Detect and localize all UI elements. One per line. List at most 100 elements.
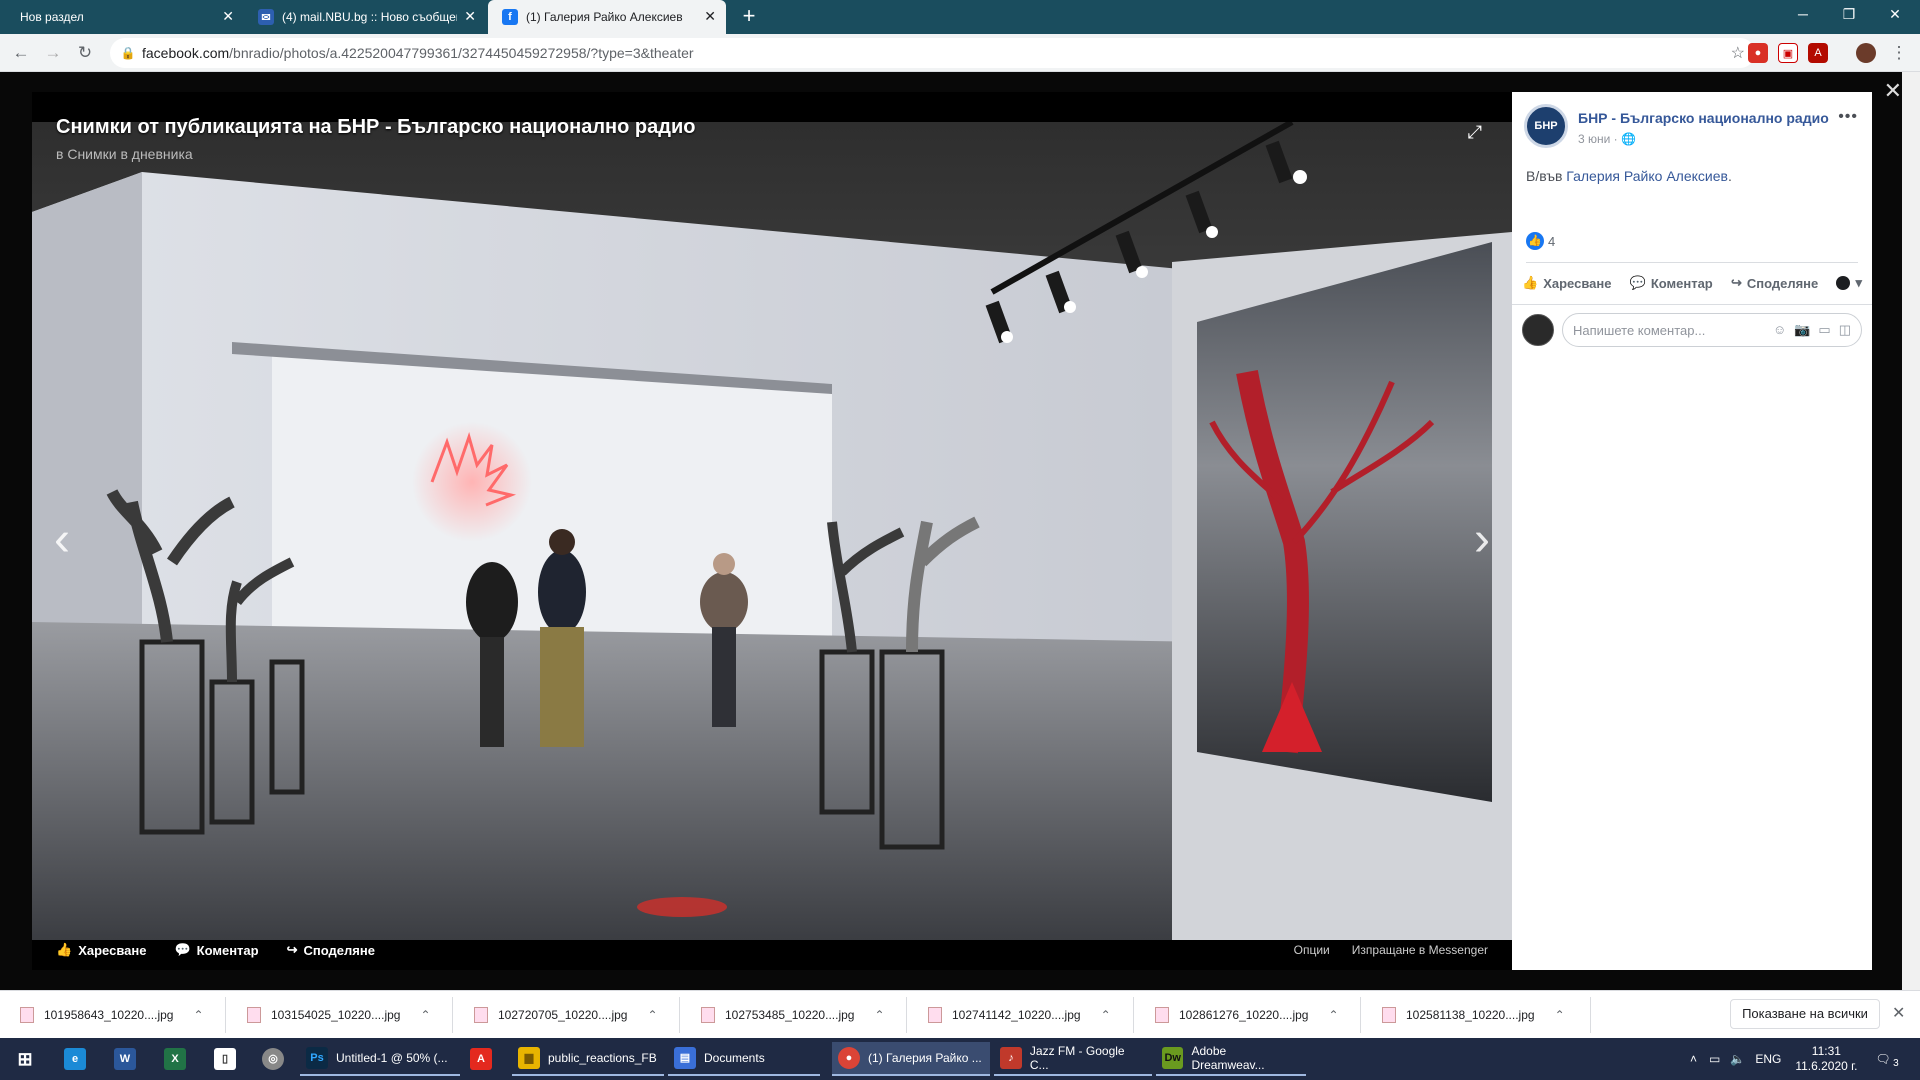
- download-item[interactable]: 101958643_10220....jpg ⌃: [20, 1001, 204, 1029]
- tab-facebook[interactable]: f (1) Галерия Райко Алексиев ✕: [488, 0, 726, 34]
- viewer-like-button[interactable]: 👍 Харесване: [56, 942, 146, 958]
- menu-dots-icon[interactable]: ⋮: [1888, 42, 1910, 64]
- thumbs-up-icon: 👍: [56, 942, 73, 957]
- back-arrow-icon[interactable]: ←: [10, 42, 32, 64]
- download-item[interactable]: 103154025_10220....jpg ⌃: [247, 1001, 431, 1029]
- fullscreen-icon[interactable]: ⤢: [1468, 122, 1482, 143]
- reload-icon[interactable]: ↻: [74, 42, 96, 64]
- restore-icon[interactable]: ❐: [1826, 0, 1872, 30]
- download-item[interactable]: 102861276_10220....jpg ⌃: [1155, 1001, 1339, 1029]
- chevron-up-icon[interactable]: ˄: [1690, 1052, 1697, 1066]
- emoji-icon[interactable]: ☺: [1773, 322, 1786, 338]
- viewer-comment-button[interactable]: 💬 Коментар: [174, 942, 258, 958]
- download-item[interactable]: 102720705_10220....jpg ⌃: [474, 1001, 658, 1029]
- user-avatar[interactable]: [1522, 314, 1554, 346]
- address-bar[interactable]: 🔒 facebook.com/bnradio/photos/a.42252004…: [110, 38, 1755, 68]
- taskbar-excel[interactable]: X: [158, 1042, 200, 1076]
- post-side-panel: БНР БНР - Българско национално радио 3 ю…: [1512, 92, 1872, 970]
- close-downloads-icon[interactable]: ✕: [1892, 1003, 1905, 1023]
- reaction-summary[interactable]: 👍 4: [1526, 232, 1555, 250]
- image-file-icon: [474, 1007, 488, 1023]
- audience-selector[interactable]: ▾: [1836, 275, 1862, 291]
- close-window-icon[interactable]: ✕: [1872, 0, 1918, 30]
- show-all-downloads-button[interactable]: Показване на всички: [1730, 999, 1880, 1029]
- gallery-photo[interactable]: [32, 122, 1512, 940]
- send-messenger-link[interactable]: Изпращане в Messenger: [1352, 943, 1488, 957]
- close-icon[interactable]: ✕: [704, 8, 716, 25]
- like-button[interactable]: 👍 Харесване: [1522, 275, 1611, 291]
- system-tray: ˄ ▭ 🔈 ENG 11:31 11.6.2020 г. 🗨 3: [1690, 1038, 1899, 1080]
- start-button[interactable]: ⊞: [8, 1042, 50, 1076]
- viewer-secondary-actions: Опции Изпращане в Messenger: [1294, 930, 1488, 970]
- previous-photo-icon[interactable]: ‹: [54, 512, 70, 567]
- close-theater-icon[interactable]: ✕: [1884, 78, 1902, 104]
- comment-input[interactable]: Напишете коментар... ☺ 📷 ▭ ◫: [1562, 313, 1862, 347]
- forward-arrow-icon[interactable]: →: [42, 42, 64, 64]
- new-tab-button[interactable]: +: [736, 4, 762, 30]
- page-scrollbar[interactable]: [1902, 72, 1920, 990]
- taskbar-app-documents[interactable]: ▤ Documents: [668, 1042, 820, 1076]
- jazzfm-icon: ♪: [1000, 1047, 1022, 1069]
- bookmark-star-icon[interactable]: ☆: [1731, 43, 1745, 63]
- options-link[interactable]: Опции: [1294, 943, 1330, 957]
- taskbar-chrome-pinned[interactable]: ◎: [256, 1042, 298, 1076]
- taskbar-app-jazzfm[interactable]: ♪ Jazz FM - Google C...: [994, 1042, 1152, 1076]
- download-item[interactable]: 102741142_10220....jpg ⌃: [928, 1001, 1111, 1029]
- chevron-up-icon[interactable]: ⌃: [1555, 1008, 1565, 1022]
- place-link[interactable]: Галерия Райко Алексиев: [1566, 168, 1728, 184]
- extension-icon[interactable]: ●: [1748, 43, 1768, 63]
- taskbar-file[interactable]: ▯: [208, 1042, 250, 1076]
- post-meta: 3 юни · 🌐: [1578, 132, 1636, 146]
- divider: [225, 997, 226, 1033]
- image-file-icon: [701, 1007, 715, 1023]
- taskbar-word[interactable]: W: [108, 1042, 150, 1076]
- close-icon[interactable]: ✕: [222, 8, 234, 25]
- profile-avatar[interactable]: [1856, 43, 1876, 63]
- like-count: 4: [1548, 233, 1556, 249]
- image-file-icon: [247, 1007, 261, 1023]
- gif-icon[interactable]: ▭: [1818, 322, 1830, 338]
- chevron-up-icon[interactable]: ⌃: [193, 1008, 203, 1022]
- chevron-up-icon[interactable]: ⌃: [1328, 1008, 1338, 1022]
- sticker-icon[interactable]: ◫: [1839, 322, 1851, 338]
- viewer-album-link[interactable]: в Снимки в дневника: [56, 146, 193, 162]
- viewer-share-button[interactable]: ↪ Споделяне: [287, 942, 375, 958]
- pdf-icon[interactable]: A: [1808, 43, 1828, 63]
- download-item[interactable]: 102581138_10220....jpg ⌃: [1382, 1001, 1565, 1029]
- taskbar-app-folder[interactable]: ▆ public_reactions_FB: [512, 1042, 664, 1076]
- chevron-up-icon[interactable]: ⌃: [874, 1008, 884, 1022]
- comment-composer: Напишете коментар... ☺ 📷 ▭ ◫: [1522, 310, 1862, 350]
- camera-icon[interactable]: 📷: [1794, 322, 1810, 338]
- tab-title: Нов раздел: [20, 10, 84, 24]
- taskbar-edge[interactable]: e: [58, 1042, 100, 1076]
- taskbar-app-chrome-active[interactable]: ● (1) Галерия Райко ...: [832, 1042, 990, 1076]
- page-name-link[interactable]: БНР - Българско национално радио: [1578, 110, 1829, 126]
- language-indicator[interactable]: ENG: [1755, 1052, 1781, 1066]
- taskbar-acrobat[interactable]: A: [464, 1042, 506, 1076]
- share-button[interactable]: ↪ Споделяне: [1731, 275, 1818, 291]
- pocket-icon[interactable]: ▣: [1778, 43, 1798, 63]
- chevron-up-icon[interactable]: ⌃: [420, 1008, 430, 1022]
- chevron-up-icon[interactable]: ⌃: [1101, 1008, 1111, 1022]
- page-avatar[interactable]: БНР: [1524, 104, 1568, 148]
- documents-icon: ▤: [674, 1047, 696, 1069]
- taskbar-app-dreamweaver[interactable]: Dw Adobe Dreamweav...: [1156, 1042, 1306, 1076]
- taskbar-app-photoshop[interactable]: Ps Untitled-1 @ 50% (...: [300, 1042, 460, 1076]
- photoshop-icon: Ps: [306, 1047, 328, 1069]
- tab-mail[interactable]: ✉ (4) mail.NBU.bg :: Ново съобщение ✕: [244, 0, 486, 34]
- network-icon[interactable]: ▭: [1709, 1052, 1720, 1066]
- photo-illustration: [32, 122, 1512, 940]
- notifications-icon[interactable]: 🗨 3: [1875, 1052, 1898, 1069]
- more-options-icon[interactable]: •••: [1838, 108, 1858, 126]
- divider: [1590, 997, 1591, 1033]
- comment-button[interactable]: 💬 Коментар: [1630, 275, 1713, 291]
- clock[interactable]: 11:31 11.6.2020 г.: [1795, 1044, 1857, 1074]
- next-photo-icon[interactable]: ›: [1474, 512, 1490, 567]
- image-file-icon: [1382, 1007, 1396, 1023]
- minimize-icon[interactable]: ─: [1780, 0, 1826, 30]
- volume-icon[interactable]: 🔈: [1730, 1052, 1745, 1066]
- download-item[interactable]: 102753485_10220....jpg ⌃: [701, 1001, 885, 1029]
- close-icon[interactable]: ✕: [464, 8, 476, 25]
- chevron-up-icon[interactable]: ⌃: [647, 1008, 657, 1022]
- tab-new-section[interactable]: Нов раздел ✕: [0, 0, 244, 34]
